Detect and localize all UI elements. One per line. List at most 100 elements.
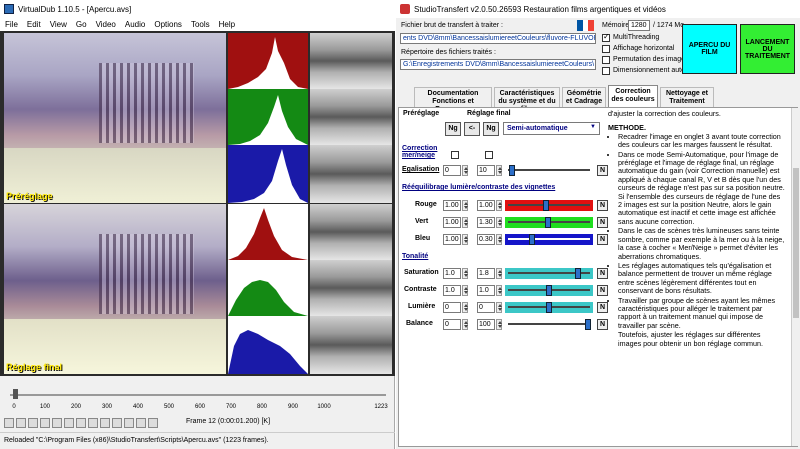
histogram-blue-svg bbox=[228, 145, 308, 203]
saturation-prereglage-input[interactable]: 1.0 bbox=[443, 268, 461, 279]
rouge-prereglage-input[interactable]: 1.00 bbox=[443, 200, 461, 211]
ng-final-button[interactable]: Ng bbox=[483, 122, 499, 136]
menu-audio[interactable]: Audio bbox=[125, 20, 145, 29]
saturation-slider-knob[interactable] bbox=[575, 268, 581, 279]
brut-file-input[interactable]: ents DVD\8mm\BancessaislumiereetCouleurs… bbox=[400, 33, 596, 44]
mer-neige-final-checkbox[interactable] bbox=[485, 151, 493, 159]
dimensionnement-checkbox[interactable] bbox=[602, 67, 610, 75]
egalisation-final-spinner[interactable] bbox=[496, 165, 502, 176]
tab-geometrie[interactable]: Géométrie et Cadrage bbox=[562, 87, 606, 107]
copy-arrow-button[interactable]: <- bbox=[464, 122, 480, 136]
vert-prereglage-input[interactable]: 1.00 bbox=[443, 217, 461, 228]
egalisation-final-input[interactable]: 10 bbox=[477, 165, 495, 176]
rouge-final-input[interactable]: 1.00 bbox=[477, 200, 495, 211]
contraste-slider[interactable] bbox=[505, 285, 593, 296]
balance-slider-knob[interactable] bbox=[585, 319, 591, 330]
contraste-prereglage-input[interactable]: 1.0 bbox=[443, 285, 461, 296]
next-key-button[interactable] bbox=[100, 418, 110, 428]
next-frame-button[interactable] bbox=[64, 418, 74, 428]
saturation-prereglage-spinner[interactable] bbox=[462, 268, 468, 279]
histogram-red-final bbox=[228, 204, 308, 260]
play-input-button[interactable] bbox=[16, 418, 26, 428]
bleu-prereglage-spinner[interactable] bbox=[462, 234, 468, 245]
lumiere-prereglage-spinner[interactable] bbox=[462, 302, 468, 313]
saturation-final-spinner[interactable] bbox=[496, 268, 502, 279]
saturation-final-input[interactable]: 1.8 bbox=[477, 268, 495, 279]
lumiere-final-spinner[interactable] bbox=[496, 302, 502, 313]
prev-frame-button[interactable] bbox=[52, 418, 62, 428]
start-button[interactable] bbox=[40, 418, 50, 428]
affichage-horizontal-label: Affichage horizontal bbox=[613, 45, 675, 52]
vert-slider[interactable] bbox=[505, 217, 593, 228]
egalisation-prereglage-input[interactable]: 0 bbox=[443, 165, 461, 176]
vert-prereglage-spinner[interactable] bbox=[462, 217, 468, 228]
contraste-final-input[interactable]: 1.0 bbox=[477, 285, 495, 296]
prev-scene-button[interactable] bbox=[112, 418, 122, 428]
bleu-final-input[interactable]: 0.30 bbox=[477, 234, 495, 245]
apercu-button[interactable]: APERCU DU FILM bbox=[682, 24, 737, 74]
timeline-thumb[interactable] bbox=[13, 389, 18, 399]
rouge-slider[interactable] bbox=[505, 200, 593, 211]
mode-select[interactable]: Semi-automatique ▼ bbox=[503, 122, 600, 135]
memoire-input[interactable]: 1280 bbox=[628, 20, 650, 31]
prereglage-heading: Préréglage bbox=[403, 110, 440, 117]
vert-final-input[interactable]: 1.30 bbox=[477, 217, 495, 228]
help-scrollbar-thumb[interactable] bbox=[793, 168, 799, 318]
menu-go[interactable]: Go bbox=[76, 20, 87, 29]
contraste-slider-knob[interactable] bbox=[546, 285, 552, 296]
lumiere-slider-knob[interactable] bbox=[546, 302, 552, 313]
lancement-button[interactable]: LANCEMENT DU TRAITEMENT bbox=[740, 24, 795, 74]
play-output-button[interactable] bbox=[28, 418, 38, 428]
egalisation-slider-knob[interactable] bbox=[509, 165, 515, 176]
lumiere-final-input[interactable]: 0 bbox=[477, 302, 495, 313]
bleu-slider-knob[interactable] bbox=[529, 234, 535, 245]
tab-correction-couleurs[interactable]: Correction des couleurs bbox=[608, 85, 658, 108]
contraste-prereglage-spinner[interactable] bbox=[462, 285, 468, 296]
balance-prereglage-input[interactable]: 0 bbox=[443, 319, 461, 330]
prev-key-button[interactable] bbox=[88, 418, 98, 428]
menu-tools[interactable]: Tools bbox=[191, 20, 210, 29]
end-button[interactable] bbox=[76, 418, 86, 428]
permutation-checkbox[interactable] bbox=[602, 56, 610, 64]
menu-view[interactable]: View bbox=[50, 20, 67, 29]
help-scrollbar[interactable] bbox=[791, 108, 799, 446]
mark-in-button[interactable] bbox=[136, 418, 146, 428]
tab-documentation[interactable]: Documentation Fonctions et Processus bbox=[414, 87, 492, 113]
bleu-final-spinner[interactable] bbox=[496, 234, 502, 245]
timeline-track[interactable] bbox=[10, 394, 386, 396]
traites-dir-input[interactable]: G:\Enregistrements DVD\8mm\Bancessaislum… bbox=[400, 59, 596, 70]
ng-prereglage-button[interactable]: Ng bbox=[445, 122, 461, 136]
bleu-prereglage-input[interactable]: 1.00 bbox=[443, 234, 461, 245]
mer-neige-prereglage-checkbox[interactable] bbox=[451, 151, 459, 159]
balance-final-input[interactable]: 100 bbox=[477, 319, 495, 330]
vert-slider-knob[interactable] bbox=[545, 217, 551, 228]
rouge-final-spinner[interactable] bbox=[496, 200, 502, 211]
menu-video[interactable]: Video bbox=[96, 20, 116, 29]
menu-help[interactable]: Help bbox=[219, 20, 235, 29]
lumiere-slider[interactable] bbox=[505, 302, 593, 313]
tab-caracteristiques[interactable]: Caractéristiques du système et du film bbox=[494, 87, 560, 113]
tab-nettoyage[interactable]: Nettoyage et Traitement bbox=[660, 87, 714, 107]
mark-out-button[interactable] bbox=[148, 418, 158, 428]
menu-options[interactable]: Options bbox=[154, 20, 182, 29]
egalisation-prereglage-spinner[interactable] bbox=[462, 165, 468, 176]
menu-edit[interactable]: Edit bbox=[27, 20, 41, 29]
french-flag-icon[interactable] bbox=[577, 20, 595, 31]
bleu-label: Bleu bbox=[415, 235, 431, 242]
rouge-prereglage-spinner[interactable] bbox=[462, 200, 468, 211]
egalisation-slider[interactable] bbox=[505, 165, 593, 176]
contraste-final-spinner[interactable] bbox=[496, 285, 502, 296]
multithreading-checkbox[interactable] bbox=[602, 32, 610, 42]
balance-prereglage-spinner[interactable] bbox=[462, 319, 468, 330]
balance-final-spinner[interactable] bbox=[496, 319, 502, 330]
saturation-slider[interactable] bbox=[505, 268, 593, 279]
menu-file[interactable]: File bbox=[5, 20, 18, 29]
rouge-slider-knob[interactable] bbox=[543, 200, 549, 211]
stop-button[interactable] bbox=[4, 418, 14, 428]
vert-final-spinner[interactable] bbox=[496, 217, 502, 228]
balance-slider[interactable] bbox=[505, 319, 593, 330]
affichage-horizontal-checkbox[interactable] bbox=[602, 45, 610, 53]
lumiere-prereglage-input[interactable]: 0 bbox=[443, 302, 461, 313]
next-scene-button[interactable] bbox=[124, 418, 134, 428]
bleu-slider[interactable] bbox=[505, 234, 593, 245]
